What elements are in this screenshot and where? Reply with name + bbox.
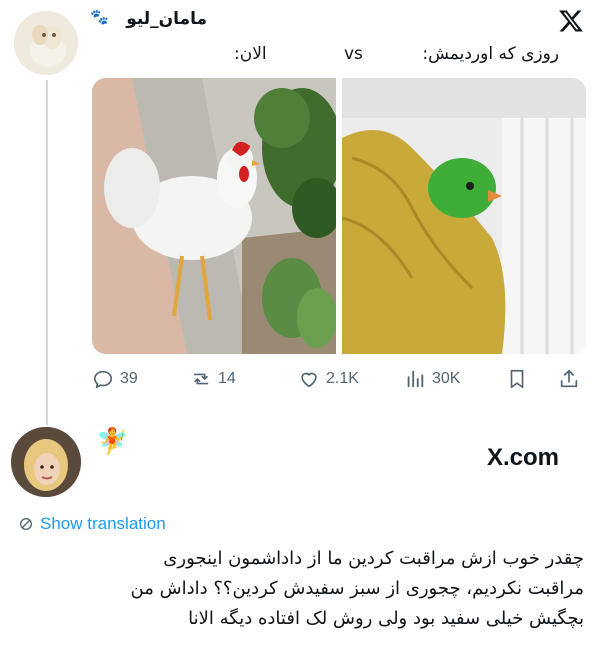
brand-text: X.com bbox=[487, 444, 560, 471]
retweet-button[interactable]: 14 bbox=[190, 368, 236, 390]
like-button[interactable]: 2.1K bbox=[298, 368, 359, 390]
action-bar: 39 14 2.1K 30K bbox=[92, 366, 584, 394]
like-icon bbox=[301, 372, 317, 388]
bookmark-icon bbox=[510, 369, 524, 389]
translate-icon bbox=[20, 518, 32, 530]
like-count: 2.1K bbox=[326, 370, 359, 387]
reply-count: 39 bbox=[120, 370, 138, 387]
views-icon bbox=[407, 370, 424, 388]
show-translation-label: Show translation bbox=[40, 514, 166, 533]
avatar[interactable] bbox=[14, 11, 78, 75]
tweet-text-line: چقدر خوب ازش مراقبت کردین ما از داداشمون… bbox=[163, 548, 584, 569]
share-button[interactable] bbox=[558, 368, 580, 390]
tweet-text-line: مراقبت نکردیم، چجوری از سبز سفیدش کردین؟… bbox=[130, 578, 584, 599]
brand-label: X.com bbox=[487, 444, 559, 472]
username[interactable]: مامان_لیو bbox=[126, 9, 207, 29]
x-logo[interactable] bbox=[558, 8, 584, 34]
caption-before: روزی که اوردیمش: bbox=[422, 44, 559, 64]
avatar[interactable] bbox=[11, 427, 81, 497]
fairy-icon: 🧚 bbox=[96, 427, 129, 457]
paw-icon: 🐾 bbox=[90, 8, 109, 26]
thread-line bbox=[46, 80, 48, 425]
caption-vs: vs bbox=[344, 44, 363, 64]
retweet-icon bbox=[193, 373, 209, 385]
bookmark-button[interactable] bbox=[506, 368, 528, 390]
show-translation-link[interactable]: Show translation bbox=[18, 514, 166, 534]
caption-now: الان: bbox=[234, 44, 267, 64]
white-rooster-photo[interactable] bbox=[92, 78, 336, 354]
retweet-count: 14 bbox=[218, 370, 236, 387]
tweet-text-line: بچگیش خیلی سفید بود ولی روش لک افتاده دی… bbox=[188, 608, 584, 629]
reply-icon bbox=[93, 370, 113, 389]
tweet-text: چقدر خوب ازش مراقبت کردین ما از داداشمون… bbox=[12, 544, 584, 634]
views-button[interactable]: 30K bbox=[404, 368, 460, 390]
reply-button[interactable]: 39 bbox=[92, 368, 138, 390]
share-icon bbox=[560, 369, 578, 388]
views-count: 30K bbox=[432, 370, 461, 387]
green-chick-photo[interactable] bbox=[342, 78, 586, 354]
